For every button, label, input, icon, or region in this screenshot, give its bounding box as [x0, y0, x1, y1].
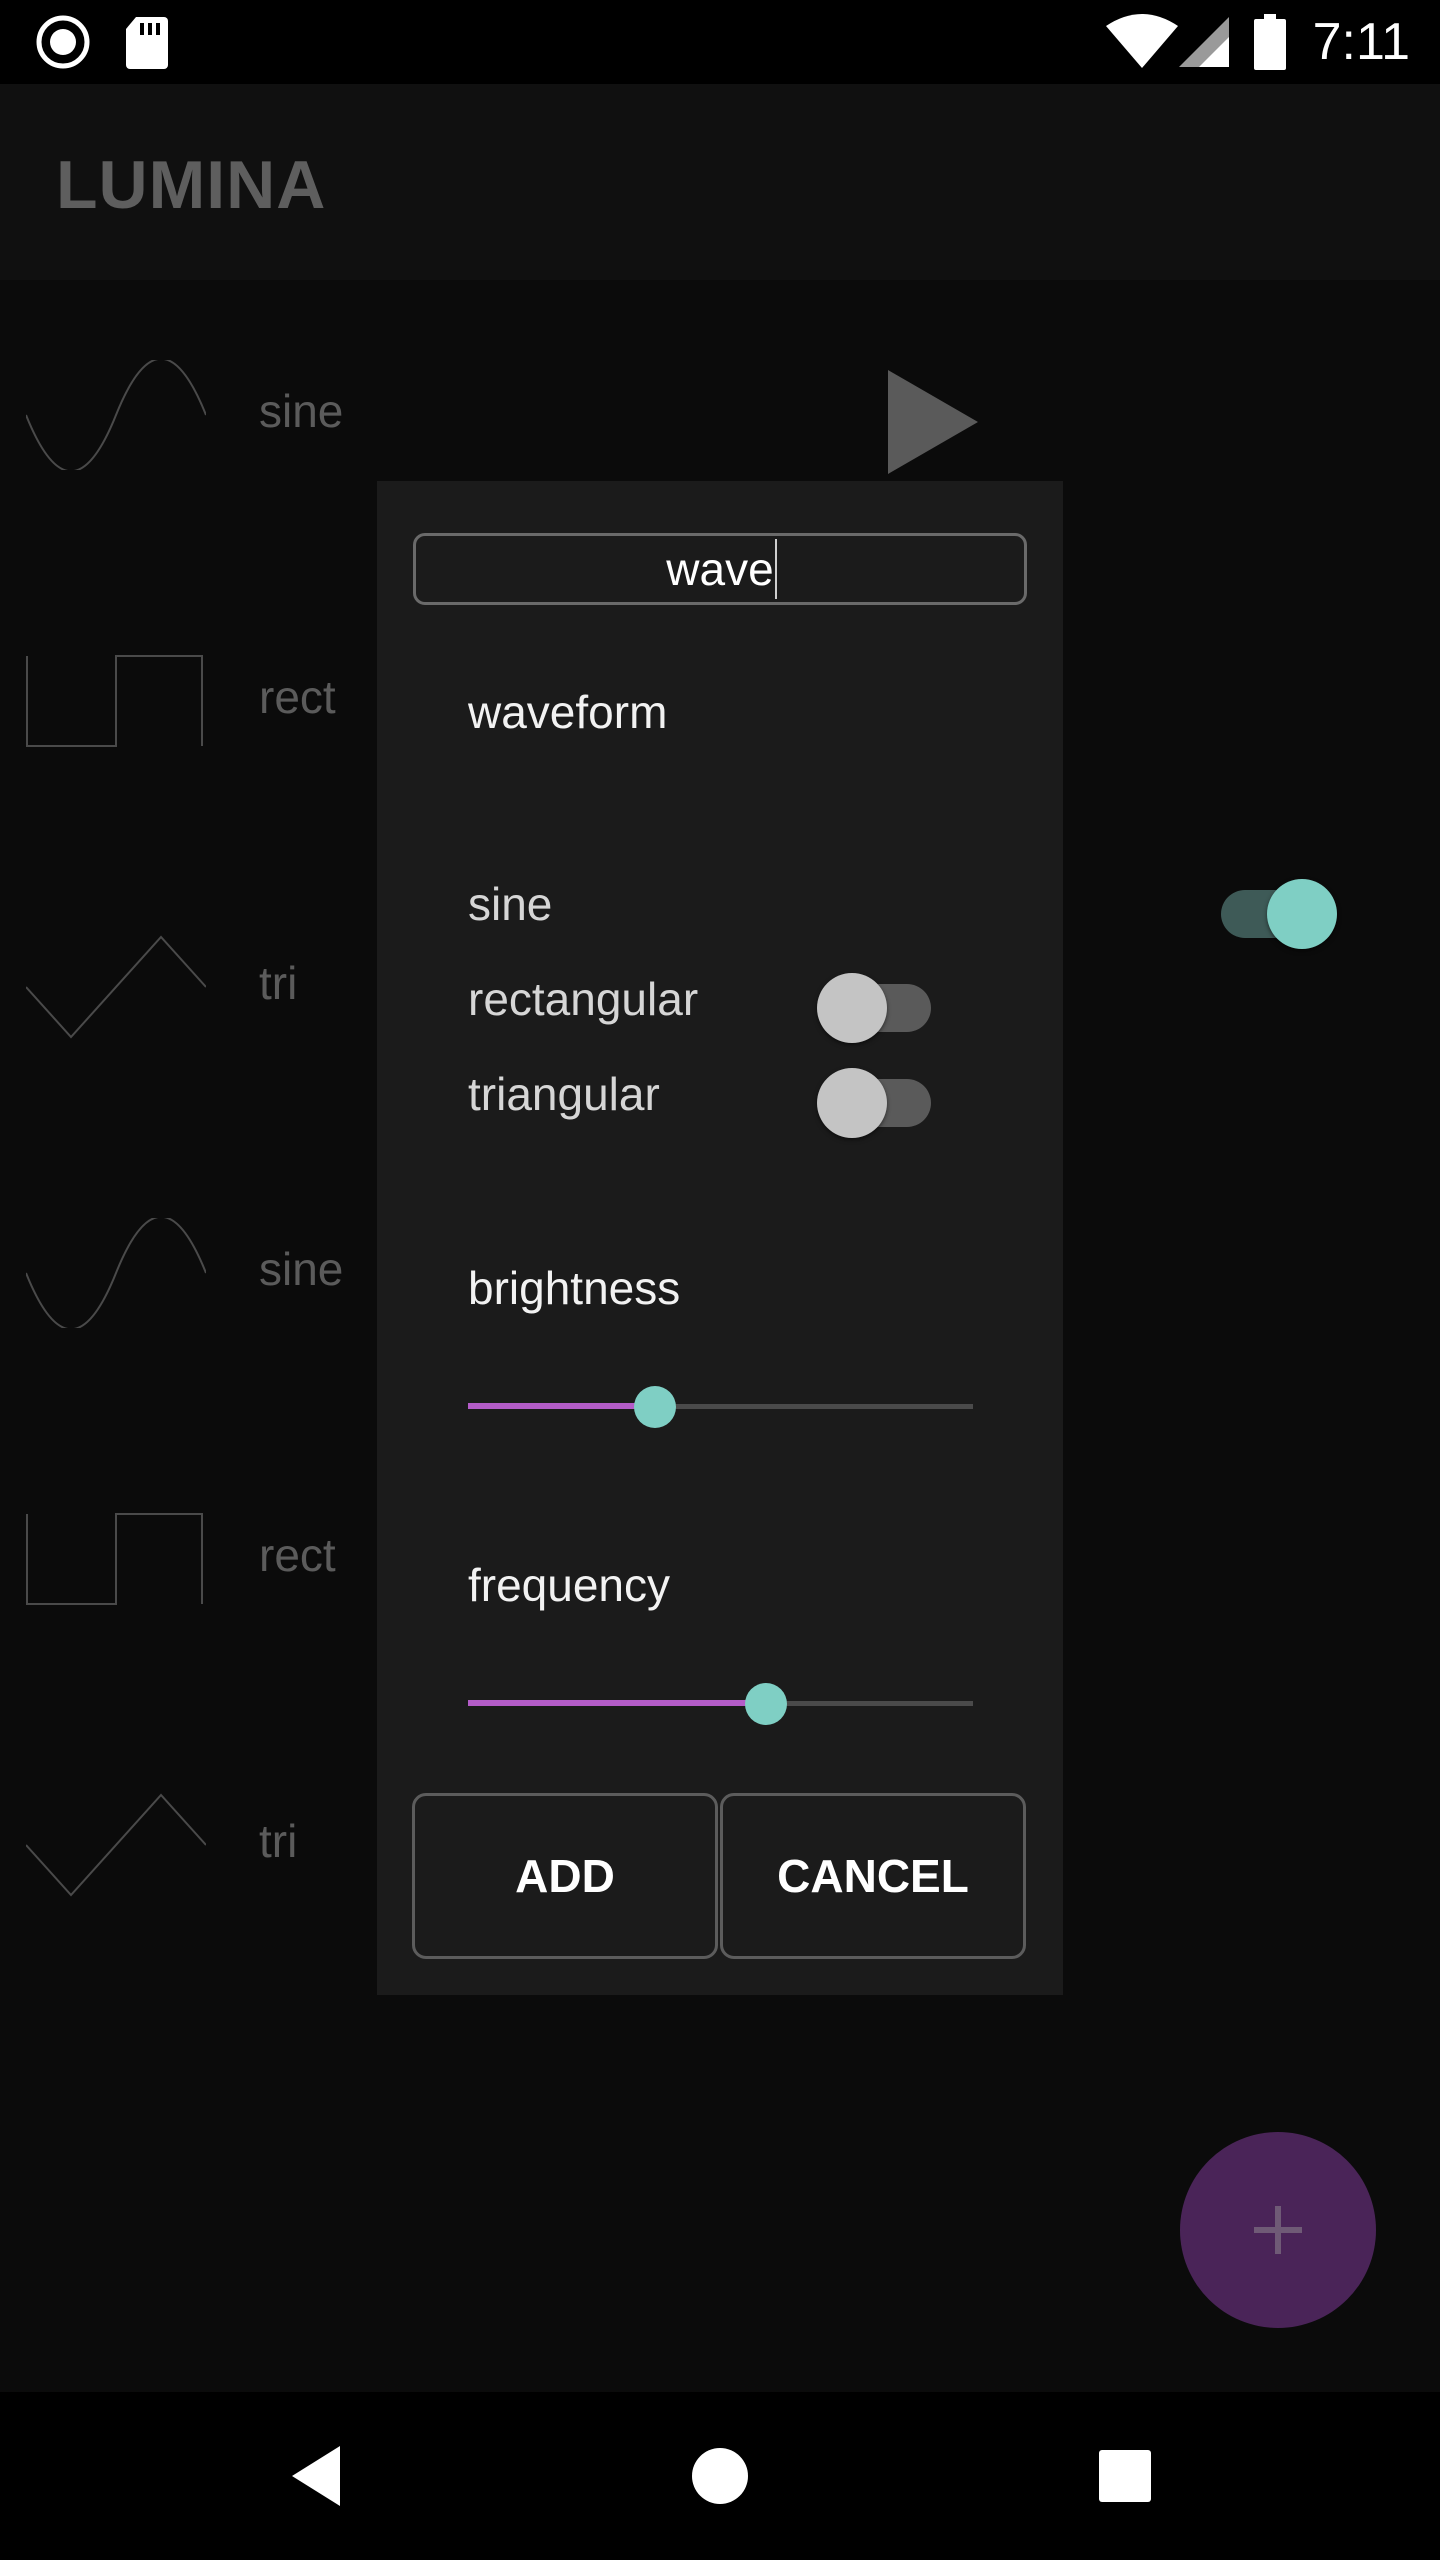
home-icon [692, 2448, 748, 2504]
sd-card-icon [124, 0, 170, 84]
list-item-label: sine [259, 385, 344, 437]
list-item-label: rect [259, 1529, 336, 1581]
option-label-triangular: triangular [468, 1068, 660, 1120]
recents-button[interactable] [1065, 2392, 1185, 2560]
toggle-thumb [817, 973, 887, 1043]
frequency-slider[interactable] [468, 1681, 973, 1725]
brightness-title: brightness [468, 1262, 681, 1314]
wave-name-input[interactable] [413, 533, 1027, 605]
toggle-thumb [817, 1068, 887, 1138]
sine-toggle[interactable] [1195, 869, 1337, 949]
app-title: LUMINA [56, 147, 327, 223]
status-time: 7:11 [1312, 13, 1410, 71]
signal-icon [1176, 0, 1232, 84]
play-icon[interactable] [886, 368, 980, 476]
list-item-label: sine [259, 1243, 344, 1295]
add-button[interactable]: ADD [412, 1793, 718, 1959]
back-icon [292, 2446, 340, 2506]
triangular-toggle[interactable] [817, 1058, 937, 1138]
app-bar: LUMINA [0, 84, 1440, 280]
sine-wave-icon [26, 1218, 206, 1328]
home-button[interactable] [660, 2392, 780, 2560]
slider-thumb[interactable] [633, 1386, 676, 1428]
triangle-wave-icon [26, 935, 206, 1039]
list-item-label: rect [259, 671, 336, 723]
text-caret [775, 539, 777, 599]
slider-fill [468, 1700, 766, 1706]
toggle-thumb [1267, 879, 1337, 949]
frequency-title: frequency [468, 1559, 671, 1611]
navigation-bar [0, 2392, 1440, 2560]
option-label-sine: sine [468, 878, 553, 930]
add-wave-dialog: waveform sine rectangular triangular bri… [377, 481, 1337, 1995]
option-label-rectangular: rectangular [468, 973, 699, 1025]
status-bar: 7:11 [0, 0, 1440, 84]
list-item-label: tri [259, 957, 298, 1009]
add-fab-button[interactable] [1180, 2132, 1376, 2328]
waveform-title: waveform [468, 686, 668, 738]
rect-wave-icon [26, 1513, 203, 1605]
slider-thumb[interactable] [744, 1683, 787, 1725]
brightness-slider[interactable] [468, 1384, 973, 1428]
back-button[interactable] [256, 2392, 376, 2560]
plus-icon [1254, 2206, 1302, 2254]
triangle-wave-icon [26, 1793, 206, 1897]
rectangular-toggle[interactable] [817, 963, 937, 1043]
recents-icon [1099, 2450, 1151, 2502]
battery-icon [1252, 0, 1288, 84]
record-icon [32, 0, 94, 84]
wifi-icon [1104, 0, 1180, 84]
sine-wave-icon [26, 360, 206, 470]
cancel-button[interactable]: CANCEL [720, 1793, 1026, 1959]
slider-fill [468, 1403, 655, 1409]
rect-wave-icon [26, 655, 203, 747]
list-item-label: tri [259, 1815, 298, 1867]
